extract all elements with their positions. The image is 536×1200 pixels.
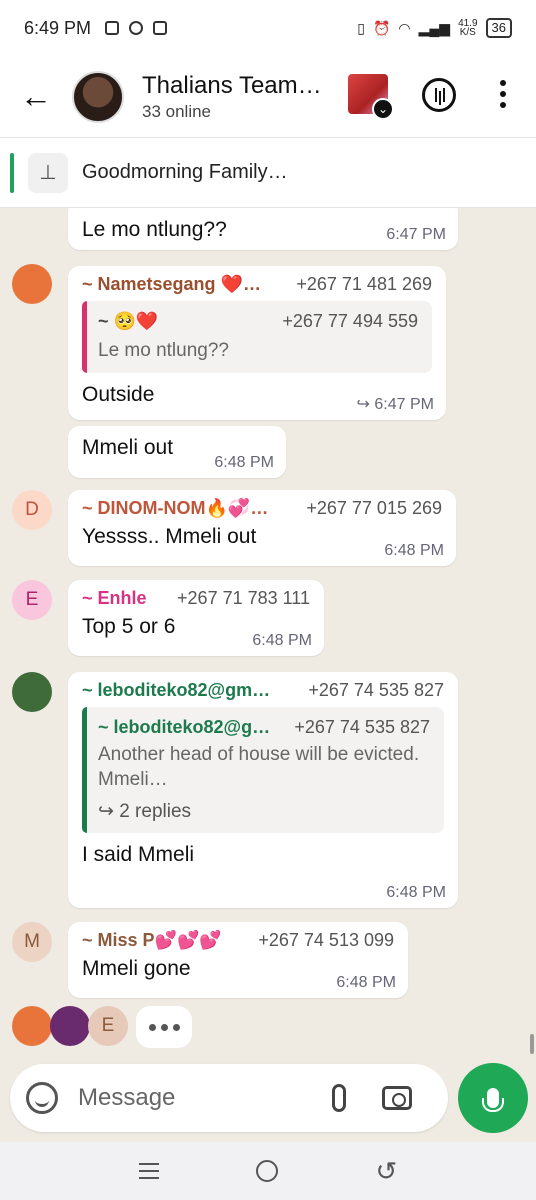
battery-icon: 36	[485, 18, 512, 38]
quoted-message[interactable]: ~ leboditeko82@g… +267 74 535 827 Anothe…	[82, 707, 444, 833]
message-bubble[interactable]: ~ Enhle +267 71 783 111 Top 5 or 6 6:48 …	[68, 580, 324, 656]
pinned-message[interactable]: ⊥ Goodmorning Family…	[0, 138, 536, 208]
vibrate-icon: ▯	[357, 19, 365, 36]
system-nav-bar: ↺	[0, 1142, 536, 1200]
message-time: ↪ 6:47 PM	[356, 396, 434, 413]
message-bubble[interactable]: ~ DINOM-NOM🔥💞… +267 77 015 269 Yessss.. …	[68, 490, 456, 566]
sender-phone: +267 71 783 111	[177, 588, 310, 608]
status-bar: 6:49 PM ▯ ⏰ ◠ ▂▄▆ 41.9 K/S 36	[0, 0, 536, 56]
avatar[interactable]	[12, 264, 52, 304]
notification-icons	[105, 21, 168, 35]
pin-indicator	[10, 152, 14, 193]
wifi-icon: ◠	[398, 19, 411, 36]
message-bubble[interactable]: Mmeli out 6:48 PM	[68, 426, 286, 478]
back-arrow-icon[interactable]: ←	[0, 78, 72, 115]
replies-link[interactable]: ↪ 2 replies	[98, 800, 430, 823]
alarm-icon: ⏰	[372, 19, 391, 36]
quoted-message[interactable]: ~ 🥺❤️ +267 77 494 559 Le mo ntlung??	[82, 301, 432, 373]
sender-name[interactable]: ~ leboditeko82@gm…	[82, 680, 270, 701]
sender-phone: +267 74 535 827	[308, 680, 444, 700]
quote-phone: +267 77 494 559	[282, 311, 418, 331]
forward-icon: ↪	[98, 801, 120, 822]
app-notification-icon	[105, 21, 120, 35]
quote-text-more: Mmeli…	[98, 769, 168, 790]
whatsapp-icon	[129, 21, 144, 35]
sender-name[interactable]: ~ DINOM-NOM🔥💞…	[82, 498, 268, 519]
typing-avatar	[12, 1006, 52, 1046]
avatar[interactable]	[12, 672, 52, 712]
sender-name[interactable]: ~ Nametsegang ❤️…	[82, 274, 261, 295]
chat-title: Thalians Team…	[142, 71, 322, 99]
more-icon[interactable]	[496, 80, 510, 108]
recent-apps-icon[interactable]	[138, 1163, 159, 1179]
sender-phone: +267 71 481 269	[296, 274, 432, 294]
group-avatar[interactable]	[72, 70, 124, 123]
message-time: 6:48 PM	[214, 454, 274, 471]
sender-phone: +267 77 015 269	[306, 498, 442, 518]
forward-icon: ↪	[356, 396, 375, 413]
avatar[interactable]: E	[12, 580, 52, 620]
typing-avatar: E	[88, 1006, 128, 1046]
net-speed: 41.9 K/S	[458, 18, 478, 38]
home-icon[interactable]	[256, 1160, 279, 1182]
instagram-icon	[153, 21, 168, 35]
message-text: I said Mmeli	[82, 843, 195, 866]
message-bubble[interactable]: ~ leboditeko82@gm… +267 74 535 827 ~ leb…	[68, 672, 458, 908]
message-bubble[interactable]: ~ Miss P💕💕💕 +267 74 513 099 Mmeli gone 6…	[68, 922, 408, 998]
message-bubble[interactable]: Le mo ntlung?? 6:47 PM	[68, 208, 458, 250]
signal-icon: ▂▄▆	[418, 19, 451, 36]
pin-icon: ⊥	[28, 152, 68, 193]
avatar[interactable]: M	[12, 922, 52, 962]
emoji-icon[interactable]	[26, 1082, 58, 1114]
typing-indicator	[136, 1006, 192, 1048]
message-time: 6:48 PM	[336, 974, 396, 991]
quote-phone: +267 74 535 827	[294, 717, 430, 737]
chat-header: ← Thalians Team… 33 online ⌄	[0, 56, 536, 138]
sender-name[interactable]: ~ Enhle	[82, 588, 147, 609]
nav-back-icon[interactable]: ↺	[375, 1156, 397, 1187]
message-time: 6:48 PM	[384, 542, 444, 559]
mic-button[interactable]	[458, 1063, 528, 1133]
pinned-text: Goodmorning Family…	[82, 161, 288, 183]
sender-name[interactable]: ~ Miss P💕💕💕	[82, 930, 222, 951]
camera-icon[interactable]	[382, 1086, 412, 1110]
scrollbar[interactable]	[530, 1034, 534, 1054]
message-time: 6:48 PM	[386, 884, 446, 901]
message-time: 6:47 PM	[386, 226, 446, 243]
quote-text: Another head of house will be evicted.	[98, 744, 420, 765]
message-list[interactable]: Le mo ntlung?? 6:47 PM ~ Nametsegang ❤️……	[0, 208, 536, 1058]
quote-text: Le mo ntlung??	[98, 340, 229, 361]
community-thumbnail[interactable]: ⌄	[348, 74, 394, 120]
message-time: 6:48 PM	[252, 632, 312, 649]
avatar[interactable]: D	[12, 490, 52, 530]
mic-icon	[482, 1088, 504, 1112]
chevron-down-icon: ⌄	[372, 98, 394, 120]
message-input[interactable]	[78, 1084, 308, 1112]
voice-chat-icon[interactable]	[422, 78, 456, 112]
sender-phone: +267 74 513 099	[258, 930, 394, 950]
message-bubble[interactable]: ~ Nametsegang ❤️… +267 71 481 269 ~ 🥺❤️ …	[68, 266, 446, 420]
online-count: 33 online	[142, 101, 212, 121]
typing-avatar	[50, 1006, 90, 1046]
status-time: 6:49 PM	[24, 17, 92, 38]
message-composer	[10, 1064, 448, 1132]
chat-title-block[interactable]: Thalians Team… 33 online	[142, 72, 332, 122]
quote-sender: ~ 🥺❤️	[98, 311, 159, 331]
attach-icon[interactable]	[332, 1084, 346, 1112]
quote-sender: ~ leboditeko82@g…	[98, 717, 271, 737]
